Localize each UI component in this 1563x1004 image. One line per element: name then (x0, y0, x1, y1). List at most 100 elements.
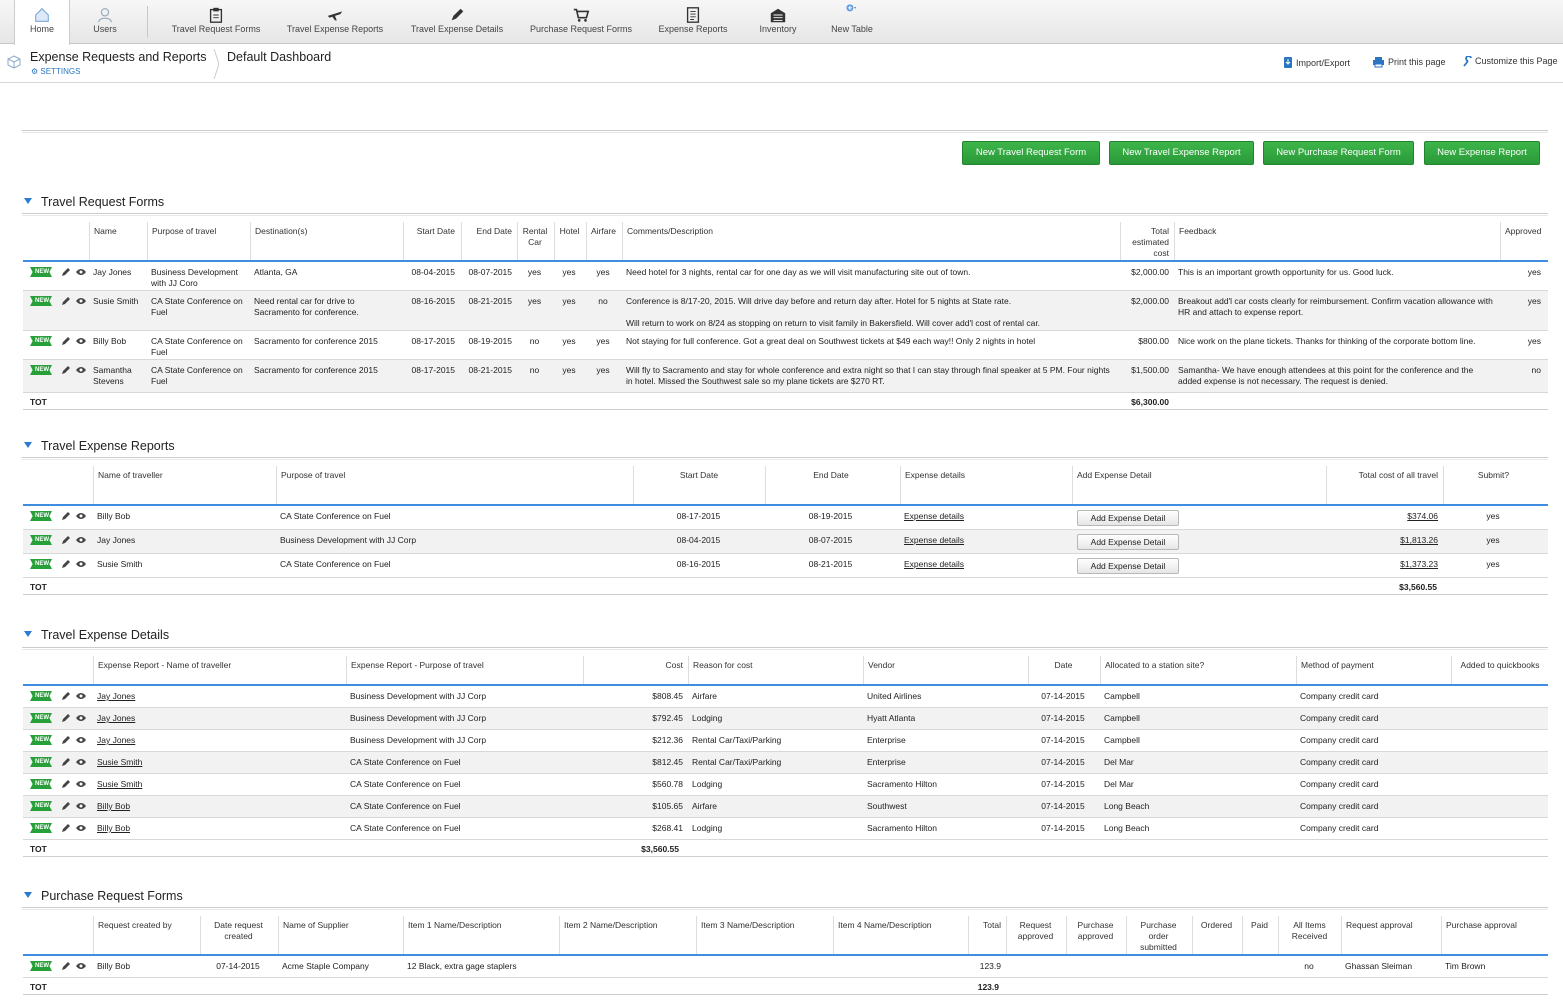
column-header[interactable]: Paid (1242, 916, 1276, 954)
table-cell-name[interactable]: Billy Bob (93, 818, 343, 834)
column-header[interactable]: Purpose of travel (147, 222, 247, 260)
edit-pencil-icon[interactable] (61, 757, 71, 767)
column-header[interactable]: Method of payment (1296, 656, 1451, 684)
new-badge[interactable]: NEW (30, 267, 52, 277)
print-link[interactable]: Print this page (1372, 56, 1446, 68)
new-travel-expense-report-button[interactable]: New Travel Expense Report (1109, 141, 1254, 165)
table-cell-details[interactable]: Expense details (900, 530, 1070, 546)
name-link[interactable]: Jay Jones (97, 735, 135, 745)
view-eye-icon[interactable] (76, 824, 86, 833)
view-eye-icon[interactable] (76, 692, 86, 701)
edit-pencil-icon[interactable] (61, 296, 71, 306)
table-row[interactable]: NEW Billy Bob 07-14-2015 Acme Staple Compan… (23, 956, 1548, 978)
table-row[interactable]: NEW Samantha Stevens CA State Conference o… (23, 360, 1548, 393)
view-eye-icon[interactable] (76, 780, 86, 789)
table-cell-name[interactable]: Susie Smith (93, 774, 343, 790)
column-header[interactable]: Vendor (863, 656, 1028, 684)
column-header[interactable]: Expense details (900, 466, 1070, 504)
section-title-purchase-request-forms[interactable]: Purchase Request Forms (24, 889, 183, 903)
new-travel-request-form-button[interactable]: New Travel Request Form (962, 141, 1100, 165)
total-link[interactable]: $1,813.26 (1400, 535, 1438, 545)
import-export-link[interactable]: Import/Export (1283, 56, 1350, 69)
column-header[interactable]: Cost (583, 656, 687, 684)
new-badge[interactable]: NEW (30, 801, 52, 811)
new-purchase-request-form-button[interactable]: New Purchase Request Form (1263, 141, 1414, 165)
column-header[interactable]: Purchase order submitted (1126, 916, 1190, 954)
nav-home[interactable]: Home (14, 0, 70, 45)
column-header[interactable]: Allocated to a station site? (1100, 656, 1295, 684)
table-cell-details[interactable]: Expense details (900, 554, 1070, 570)
column-header[interactable]: Add Expense Detail (1072, 466, 1328, 504)
column-header[interactable]: Item 1 Name/Description (403, 916, 555, 954)
new-badge[interactable]: NEW (30, 961, 52, 971)
column-header[interactable]: Item 3 Name/Description (696, 916, 829, 954)
new-badge[interactable]: NEW (30, 559, 52, 569)
view-eye-icon[interactable] (76, 512, 86, 521)
name-link[interactable]: Billy Bob (97, 823, 130, 833)
edit-pencil-icon[interactable] (61, 779, 71, 789)
new-badge[interactable]: NEW (30, 535, 52, 545)
column-header[interactable]: Item 4 Name/Description (833, 916, 966, 954)
column-header[interactable]: Item 2 Name/Description (559, 916, 692, 954)
table-row[interactable]: NEW Jay Jones Business Development with JJ… (23, 530, 1548, 554)
column-header[interactable]: End Date (765, 466, 896, 504)
column-header[interactable]: Date request created (200, 916, 276, 954)
details-link[interactable]: Expense details (904, 511, 964, 521)
new-badge[interactable]: NEW (30, 823, 52, 833)
table-row[interactable]: NEW Jay Jones Business Development with JJ… (23, 708, 1548, 730)
section-title-travel-expense-reports[interactable]: Travel Expense Reports (24, 439, 175, 453)
nav-users[interactable]: Users (80, 0, 130, 44)
view-eye-icon[interactable] (76, 536, 86, 545)
edit-pencil-icon[interactable] (61, 535, 71, 545)
edit-pencil-icon[interactable] (61, 511, 71, 521)
table-row[interactable]: NEW Susie Smith CA State Conference on Fue… (23, 554, 1548, 578)
column-header[interactable]: Reason for cost (688, 656, 858, 684)
table-row[interactable]: NEW Billy Bob CA State Conference on Fuel $… (23, 796, 1548, 818)
table-row[interactable]: NEW Billy Bob CA State Conference on Fuel $… (23, 818, 1548, 840)
edit-pencil-icon[interactable] (61, 691, 71, 701)
settings-link[interactable]: ⚙ SETTINGS (31, 67, 80, 76)
details-link[interactable]: Expense details (904, 559, 964, 569)
nav-travel-expense-reports[interactable]: Travel Expense Reports (283, 0, 387, 44)
nav-inventory[interactable]: Inventory (752, 0, 804, 44)
nav-travel-request-forms[interactable]: Travel Request Forms (166, 0, 266, 44)
column-header[interactable]: Submit? (1443, 466, 1543, 504)
table-cell-name[interactable]: Jay Jones (93, 730, 343, 746)
new-badge[interactable]: NEW (30, 779, 52, 789)
column-header[interactable]: Total cost of all travel (1326, 466, 1442, 504)
column-header[interactable]: Request created by (93, 916, 198, 954)
nav-travel-expense-details[interactable]: Travel Expense Details (405, 0, 509, 44)
table-row[interactable]: NEW Billy Bob CA State Conference on Fuel S… (23, 331, 1548, 360)
name-link[interactable]: Billy Bob (97, 801, 130, 811)
app-title[interactable]: Expense Requests and Reports (30, 50, 207, 64)
view-eye-icon[interactable] (76, 962, 86, 971)
add-expense-detail-button[interactable]: Add Expense Detail (1077, 558, 1179, 574)
table-cell-name[interactable]: Billy Bob (93, 796, 343, 812)
table-cell-total[interactable]: $374.06 (1326, 506, 1442, 522)
column-header[interactable]: Expense Report - Purpose of travel (346, 656, 581, 684)
view-eye-icon[interactable] (76, 337, 86, 346)
column-header[interactable]: Start Date (403, 222, 459, 260)
new-badge[interactable]: NEW (30, 296, 52, 306)
column-header[interactable]: Hotel (554, 222, 584, 260)
edit-pencil-icon[interactable] (61, 735, 71, 745)
nav-new-table[interactable]: New Table (826, 0, 878, 44)
view-eye-icon[interactable] (76, 802, 86, 811)
column-header[interactable]: Purchase approved (1066, 916, 1124, 954)
section-title-travel-expense-details[interactable]: Travel Expense Details (24, 628, 169, 642)
new-badge[interactable]: NEW (30, 735, 52, 745)
table-cell-details[interactable]: Expense details (900, 506, 1070, 522)
new-badge[interactable]: NEW (30, 691, 52, 701)
table-row[interactable]: NEW Susie Smith CA State Conference on Fue… (23, 752, 1548, 774)
table-row[interactable]: NEW Jay Jones Business Development with JJ… (23, 686, 1548, 708)
column-header[interactable]: Ordered (1192, 916, 1240, 954)
column-header[interactable]: Name (89, 222, 145, 260)
new-badge[interactable]: NEW (30, 511, 52, 521)
table-cell-total[interactable]: $1,813.26 (1326, 530, 1442, 546)
table-row[interactable]: NEW Jay Jones Business Development with JJ… (23, 262, 1548, 291)
new-expense-report-button[interactable]: New Expense Report (1424, 141, 1540, 165)
view-eye-icon[interactable] (76, 736, 86, 745)
column-header[interactable]: Airfare (586, 222, 620, 260)
column-header[interactable]: End Date (461, 222, 516, 260)
table-row[interactable]: NEW Susie Smith CA State Conference on Fue… (23, 774, 1548, 796)
